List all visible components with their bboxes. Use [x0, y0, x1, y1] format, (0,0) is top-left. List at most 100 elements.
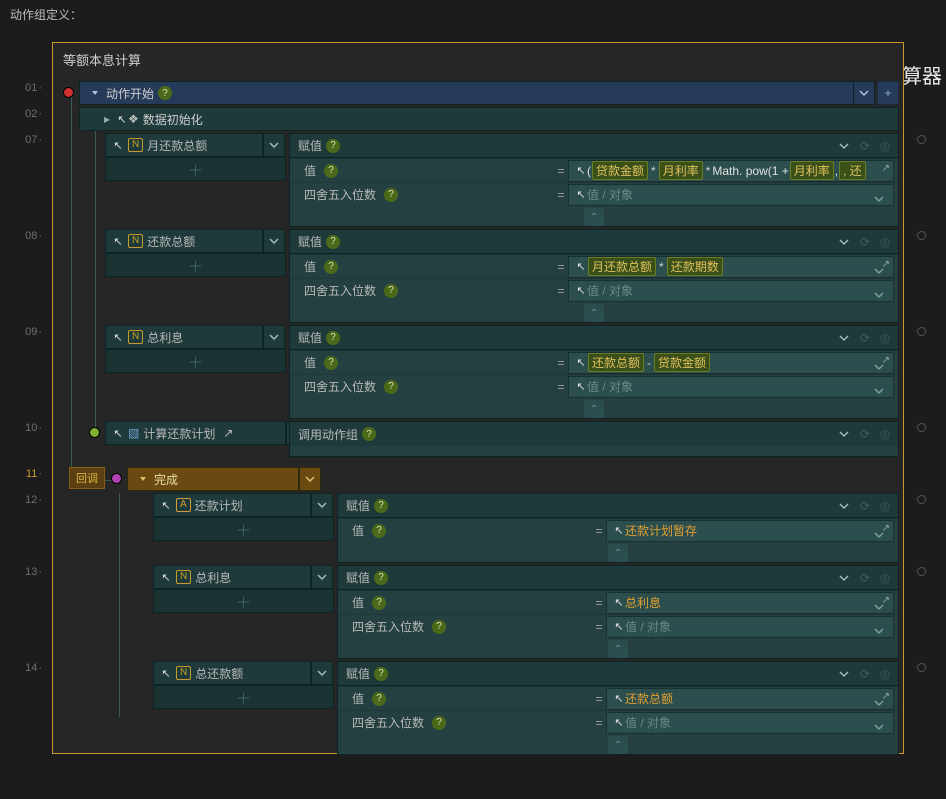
help-icon[interactable]: ? [384, 188, 398, 202]
line-number: 13· [0, 566, 48, 578]
add-child-button[interactable]: ＋ [105, 157, 286, 181]
property-panel: 赋值? ⟳◎ 值?= ↖ 还款总额-贷款金额 ↗ 四舍五入位数?= ↖值 / 对… [289, 325, 899, 419]
property-row: 四舍五入位数? = ↖值 / 对象 [290, 182, 898, 206]
expression-input[interactable]: ↖ 月还款总额*还款期数 ↗ [568, 256, 894, 278]
refresh-icon[interactable]: ⟳ [856, 233, 874, 251]
property-panel: 赋值? ⟳◎ 值?= ↖ 月还款总额*还款期数 ↗ 四舍五入位数?= ↖值 / … [289, 229, 899, 323]
breakpoint-icon[interactable] [917, 423, 926, 432]
connector-start-icon [63, 87, 74, 98]
dropdown-icon[interactable] [853, 81, 875, 105]
connector-callback-icon [111, 473, 122, 484]
expression-input[interactable]: ↖值 / 对象 [606, 616, 894, 638]
breakpoint-icon[interactable] [917, 135, 926, 144]
refresh-icon[interactable]: ⟳ [856, 425, 874, 443]
breakpoint-icon[interactable] [917, 567, 926, 576]
line-number: 01· [0, 82, 48, 94]
assign-header[interactable]: 赋值? ⟳ ◎ [290, 134, 898, 158]
variable-node[interactable]: ↖ N 月还款总额 [105, 133, 263, 157]
collapse-up-icon[interactable]: ⌃ [584, 400, 604, 418]
help-icon[interactable]: ? [158, 86, 172, 100]
target-icon[interactable]: ◎ [876, 665, 894, 683]
target-icon[interactable]: ◎ [876, 497, 894, 515]
help-icon[interactable]: ? [324, 164, 338, 178]
expression-input[interactable]: ↖值 / 对象 [606, 712, 894, 734]
expand-icon [138, 474, 148, 484]
line-number: 09· [0, 326, 48, 338]
data-init-node[interactable]: ▸ ↖ ❖ 数据初始化 [79, 107, 899, 131]
expression-input[interactable]: ↖还款总额 ↗ [606, 688, 894, 710]
expression-input[interactable]: ↖ ( 贷款金额* 月利率* Math. pow(1 + 月利率, , 还 ↗ [568, 160, 894, 182]
dropdown-icon[interactable] [263, 133, 285, 157]
breakpoint-icon[interactable] [917, 663, 926, 672]
breakpoint-icon[interactable] [917, 327, 926, 336]
breakpoint-icon[interactable] [917, 231, 926, 240]
section-header: 动作组定义： [0, 0, 946, 22]
share-icon[interactable]: ↗ [223, 426, 233, 440]
add-action-button[interactable]: + [877, 81, 899, 105]
property-panel: 调用动作组? ⟳◎ [289, 421, 899, 457]
collapse-up-icon[interactable]: ⌃ [584, 208, 604, 226]
dropdown-icon[interactable] [263, 325, 285, 349]
property-panel: 赋值? ⟳◎ 值?= ↖总利息 ↗ 四舍五入位数?= ↖值 / 对象 ⌃ [337, 565, 899, 659]
done-node[interactable]: 完成 [127, 467, 299, 491]
expression-input[interactable]: ↖值 / 对象 [568, 376, 894, 398]
variable-node[interactable]: ↖N还款总额 [105, 229, 263, 253]
breakpoint-gutter [904, 42, 946, 754]
expression-input[interactable]: ↖总利息 ↗ [606, 592, 894, 614]
expression-input[interactable]: ↖还款计划暂存 ↗ [606, 520, 894, 542]
layers-icon: ❖ [128, 112, 139, 126]
dropdown-icon[interactable] [311, 661, 333, 685]
target-icon[interactable]: ◎ [876, 569, 894, 587]
refresh-icon[interactable]: ⟳ [856, 665, 874, 683]
expression-input[interactable]: ↖ 还款总额-贷款金额 ↗ [568, 352, 894, 374]
add-child-button[interactable]: ＋ [153, 685, 334, 709]
property-panel: 赋值? ⟳◎ 值?= ↖还款计划暂存 ↗ ⌃ [337, 493, 899, 563]
dropdown-icon[interactable] [263, 229, 285, 253]
breakpoint-icon[interactable] [917, 495, 926, 504]
property-row: 值? = ↖ ( 贷款金额* 月利率* Math. pow(1 + 月利率, ,… [290, 158, 898, 182]
variable-node[interactable]: ↖N总还款额 [153, 661, 311, 685]
variable-node[interactable]: ↖N总利息 [105, 325, 263, 349]
expression-input[interactable]: ↖值 / 对象 [568, 184, 894, 206]
property-panel: 赋值? ⟳◎ 值?= ↖还款总额 ↗ 四舍五入位数?= ↖值 / 对象 ⌃ [337, 661, 899, 755]
dropdown-icon[interactable] [311, 565, 333, 589]
refresh-icon[interactable]: ⟳ [856, 569, 874, 587]
dropdown-icon[interactable] [299, 467, 321, 491]
variable-node[interactable]: ↖N总利息 [153, 565, 311, 589]
target-icon[interactable]: ◎ [876, 233, 894, 251]
action-start-node[interactable]: 动作开始 ? [79, 81, 854, 105]
add-child-button[interactable]: ＋ [105, 253, 286, 277]
collapse-up-icon[interactable]: ⌃ [608, 736, 628, 754]
invoke-node[interactable]: ↖ ▧ 计算还款计划 ↗ [105, 421, 286, 445]
expression-input[interactable]: ↖值 / 对象 [568, 280, 894, 302]
cursor-icon: ↖ [112, 139, 124, 152]
target-icon[interactable]: ◎ [876, 329, 894, 347]
group-title: 等额本息计算 [53, 43, 903, 76]
add-child-button[interactable]: ＋ [153, 517, 334, 541]
add-child-button[interactable]: ＋ [105, 349, 286, 373]
chevron-down-icon[interactable] [869, 188, 889, 210]
line-number: 08· [0, 230, 48, 242]
collapse-up-icon[interactable]: ⌃ [608, 640, 628, 658]
refresh-icon[interactable]: ⟳ [856, 329, 874, 347]
line-number: 02· [0, 108, 48, 120]
refresh-icon[interactable]: ⟳ [856, 497, 874, 515]
variable-node[interactable]: ↖A还款计划 [153, 493, 311, 517]
cursor-icon: ↖ [575, 164, 587, 177]
collapse-up-icon[interactable]: ⌃ [584, 304, 604, 322]
expand-icon [90, 88, 100, 98]
help-icon[interactable]: ? [326, 139, 340, 153]
target-icon[interactable]: ◎ [876, 425, 894, 443]
type-tag-number: N [128, 138, 143, 152]
expand-arrow-icon[interactable]: ↗ [882, 163, 890, 174]
chevron-down-icon[interactable] [834, 135, 854, 157]
target-icon[interactable]: ◎ [876, 137, 894, 155]
line-number: 14· [0, 662, 48, 674]
action-group-container: 等额本息计算 动作开始 ? + ▸ ↖ ❖ 数据初始化 [52, 42, 904, 754]
collapse-up-icon[interactable]: ⌃ [608, 544, 628, 562]
refresh-icon[interactable]: ⟳ [856, 137, 874, 155]
dropdown-icon[interactable] [311, 493, 333, 517]
line-number: 12· [0, 494, 48, 506]
cursor-icon: ↖ [116, 113, 128, 126]
add-child-button[interactable]: ＋ [153, 589, 334, 613]
